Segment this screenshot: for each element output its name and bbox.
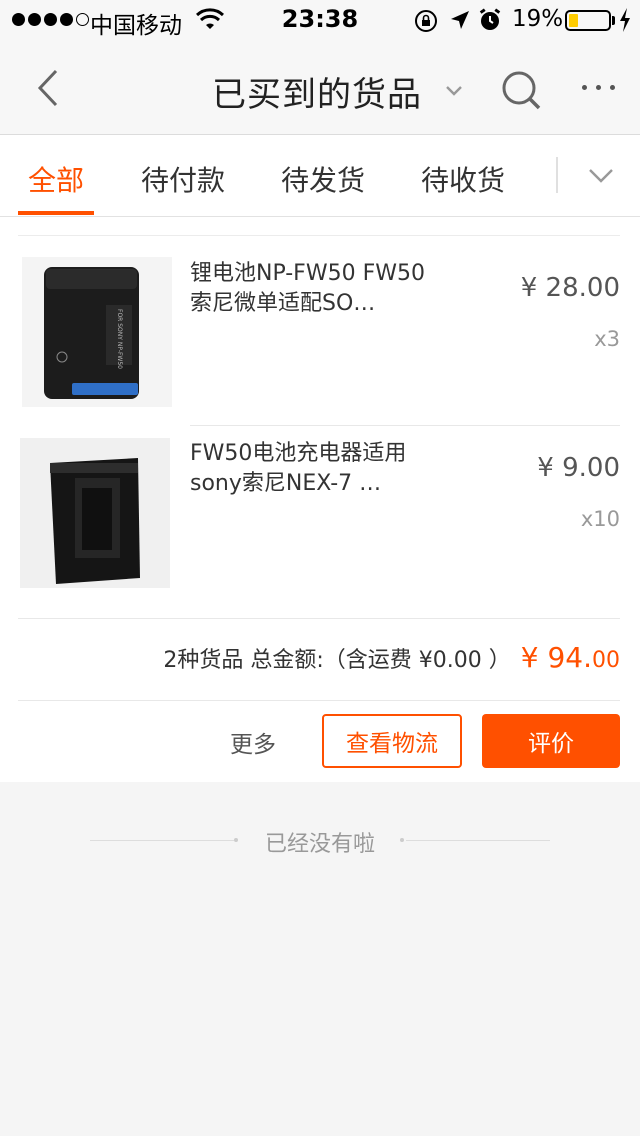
page-title[interactable]: 已买到的货品 (212, 67, 422, 116)
chevron-down-icon[interactable] (445, 82, 463, 101)
tab-divider (556, 157, 558, 193)
tab-pending-receipt[interactable]: 待收货 (421, 159, 505, 199)
tab-all[interactable]: 全部 (28, 159, 84, 199)
tab-pending-payment[interactable]: 待付款 (141, 159, 225, 199)
end-of-list-text: 已经没有啦 (264, 832, 375, 857)
charging-icon (619, 8, 631, 36)
order-card: FOR SONY NP-FW50 锂电池NP-FW50 FW50索尼微单适配SO… (0, 217, 640, 782)
more-options-icon[interactable] (582, 85, 615, 90)
review-button[interactable]: 评价 (482, 714, 620, 768)
battery-icon (565, 10, 611, 31)
product-quantity: x3 (594, 327, 620, 351)
view-logistics-button[interactable]: 查看物流 (322, 714, 462, 768)
product-title[interactable]: FW50电池充电器适用sony索尼NEX-7 … (190, 439, 440, 499)
order-status-tabs: 全部 待付款 待发货 待收货 (0, 135, 640, 217)
tab-pending-shipment[interactable]: 待发货 (281, 159, 365, 199)
product-price: ¥ 28.00 (520, 273, 620, 303)
more-button[interactable]: 更多 (230, 725, 276, 759)
rotation-lock-icon (414, 9, 438, 37)
active-tab-indicator (18, 211, 94, 215)
expand-tabs-chevron-icon[interactable] (588, 168, 614, 188)
order-total: ¥ 94.00 (520, 641, 620, 674)
product-quantity: x10 (580, 507, 620, 531)
product-image-battery[interactable]: FOR SONY NP-FW50 (22, 257, 172, 407)
alarm-icon (478, 8, 502, 36)
battery-percent: 19% (512, 6, 564, 32)
back-arrow-icon[interactable] (34, 68, 64, 112)
product-price: ¥ 9.00 (537, 453, 620, 483)
product-image-charger[interactable] (20, 438, 170, 588)
end-of-list: 已经没有啦 (0, 822, 640, 858)
location-icon (449, 9, 471, 35)
nav-bar: 已买到的货品 (0, 40, 640, 135)
summary-text: 2种货品 总金额:（含运费 ¥0.00 ） (163, 648, 511, 673)
product-title[interactable]: 锂电池NP-FW50 FW50索尼微单适配SO… (190, 259, 440, 319)
search-icon[interactable] (500, 69, 542, 115)
battery-label-text: FOR SONY NP-FW50 (116, 309, 123, 369)
order-summary: 2种货品 总金额:（含运费 ¥0.00 ） ¥ 94.00 (163, 641, 620, 674)
status-bar: 中国移动 23:38 19% (0, 0, 640, 40)
